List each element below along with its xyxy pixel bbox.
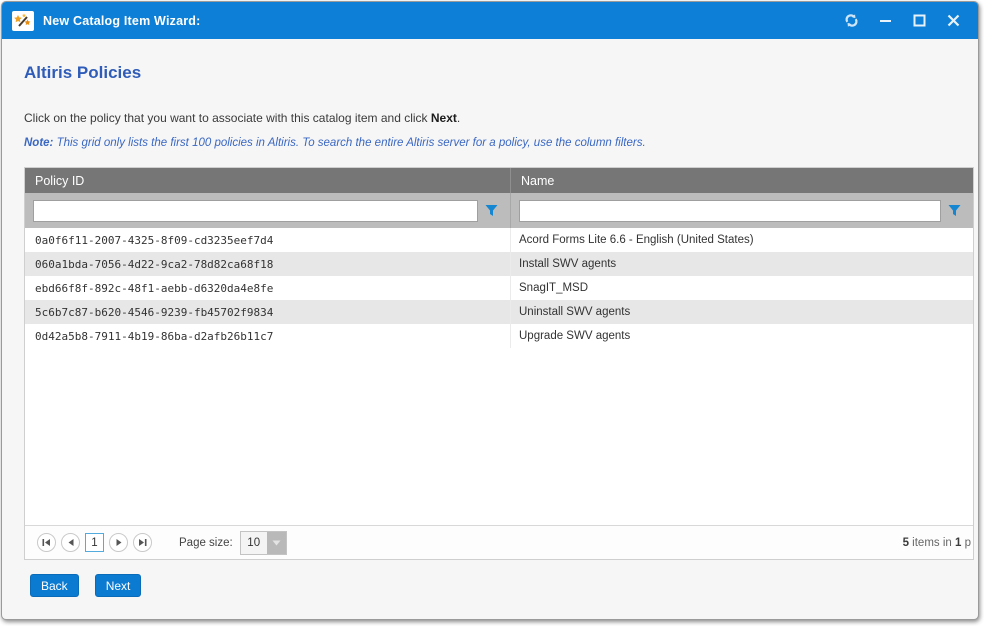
instruction-pre: Click on the policy that you want to ass…: [24, 111, 431, 125]
name-cell: Uninstall SWV agents: [511, 300, 973, 324]
close-button[interactable]: [938, 8, 968, 34]
column-header-policy-id[interactable]: Policy ID: [25, 168, 511, 193]
column-header-name[interactable]: Name: [511, 168, 973, 193]
page-size-label: Page size:: [179, 537, 233, 549]
instruction-text: Click on the policy that you want to ass…: [24, 111, 956, 125]
grid-header-row: Policy ID Name: [25, 168, 973, 193]
name-filter-input[interactable]: [519, 200, 941, 222]
maximize-button[interactable]: [904, 8, 934, 34]
table-row[interactable]: 0d42a5b8-7911-4b19-86ba-d2afb26b11c7 Upg…: [25, 324, 973, 348]
first-page-button[interactable]: [37, 533, 56, 552]
grid-empty-area: [25, 348, 973, 525]
wizard-window: New Catalog Item Wizard: Altiris Policie…: [1, 1, 979, 620]
page-size-value: 10: [241, 532, 267, 554]
name-filter-icon[interactable]: [941, 199, 967, 223]
policy-id-cell: ebd66f8f-892c-48f1-aebb-d6320da4e8fe: [25, 276, 511, 300]
pager-summary: 5 items in 1 p: [903, 537, 971, 549]
page-size-dropdown[interactable]: 10: [240, 531, 287, 555]
title-bar: New Catalog Item Wizard:: [2, 2, 978, 39]
page-size-dropdown-arrow-icon[interactable]: [267, 532, 286, 554]
table-row[interactable]: 5c6b7c87-b620-4546-9239-fb45702f9834 Uni…: [25, 300, 973, 324]
next-page-button[interactable]: [109, 533, 128, 552]
note-label: Note:: [24, 137, 53, 149]
policy-id-cell: 0a0f6f11-2007-4325-8f09-cd3235eef7d4: [25, 228, 511, 252]
policy-id-cell: 5c6b7c87-b620-4546-9239-fb45702f9834: [25, 300, 511, 324]
current-page-button[interactable]: 1: [85, 533, 104, 552]
policy-id-filter-icon[interactable]: [478, 199, 504, 223]
note-text: Note: This grid only lists the first 100…: [24, 137, 956, 149]
policy-id-cell: 0d42a5b8-7911-4b19-86ba-d2afb26b11c7: [25, 324, 511, 348]
content-area: Altiris Policies Click on the policy tha…: [2, 39, 978, 560]
table-row[interactable]: 0a0f6f11-2007-4325-8f09-cd3235eef7d4 Aco…: [25, 228, 973, 252]
pager-summary-mid: items in: [909, 537, 955, 549]
page-title: Altiris Policies: [24, 63, 956, 83]
grid-filter-row: [25, 193, 973, 228]
next-button[interactable]: Next: [95, 574, 142, 597]
name-cell: SnagIT_MSD: [511, 276, 973, 300]
name-cell: Acord Forms Lite 6.6 - English (United S…: [511, 228, 973, 252]
grid-pager: 1 Page size: 10 5 items in 1 p: [25, 525, 973, 559]
instruction-next-emphasis: Next: [431, 111, 457, 125]
policy-id-cell: 060a1bda-7056-4d22-9ca2-78d82ca68f18: [25, 252, 511, 276]
previous-page-button[interactable]: [61, 533, 80, 552]
policy-id-filter-input[interactable]: [33, 200, 478, 222]
back-button[interactable]: Back: [30, 574, 79, 597]
minimize-button[interactable]: [870, 8, 900, 34]
pager-summary-tail: p: [961, 537, 971, 549]
grid-body: 0a0f6f11-2007-4325-8f09-cd3235eef7d4 Aco…: [25, 228, 973, 348]
policies-grid: Policy ID Name: [24, 167, 974, 560]
table-row[interactable]: ebd66f8f-892c-48f1-aebb-d6320da4e8fe Sna…: [25, 276, 973, 300]
name-filter-cell: [511, 193, 973, 228]
note-body: This grid only lists the first 100 polic…: [53, 137, 645, 149]
wizard-app-icon: [12, 11, 34, 31]
table-row[interactable]: 060a1bda-7056-4d22-9ca2-78d82ca68f18 Ins…: [25, 252, 973, 276]
name-cell: Upgrade SWV agents: [511, 324, 973, 348]
name-cell: Install SWV agents: [511, 252, 973, 276]
wizard-footer: Back Next: [2, 560, 978, 620]
policy-id-filter-cell: [25, 193, 511, 228]
window-title: New Catalog Item Wizard:: [43, 14, 201, 28]
refresh-button[interactable]: [836, 8, 866, 34]
last-page-button[interactable]: [133, 533, 152, 552]
instruction-post: .: [457, 111, 460, 125]
